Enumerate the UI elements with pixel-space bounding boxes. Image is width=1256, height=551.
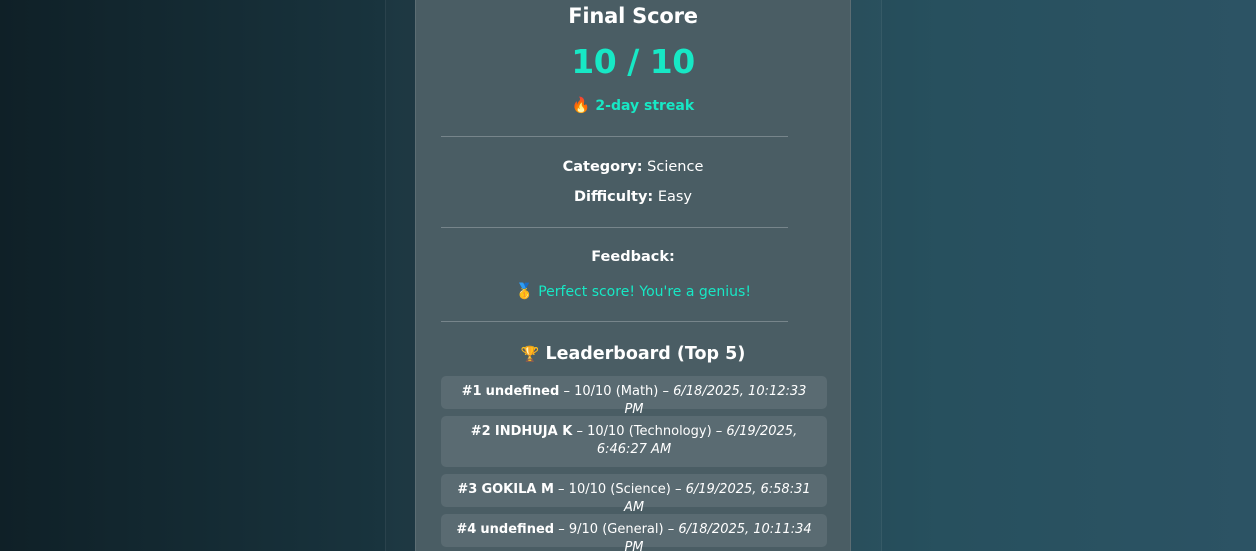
entry-name: GOKILA M bbox=[481, 482, 554, 497]
entry-rank: #3 bbox=[457, 482, 478, 497]
streak-text: 2-day streak bbox=[595, 98, 695, 114]
entry-score: 10/10 bbox=[568, 482, 607, 497]
feedback-message: 🥇 Perfect score! You're a genius! bbox=[416, 282, 850, 300]
divider bbox=[441, 227, 788, 228]
leaderboard-entry: #4 undefined – 9/10 (General) – 6/18/202… bbox=[441, 514, 827, 551]
streak-badge: 🔥 2-day streak bbox=[416, 96, 850, 114]
leaderboard-title: 🏆 Leaderboard (Top 5) bbox=[416, 344, 850, 364]
entry-rank: #2 bbox=[470, 424, 491, 439]
difficulty-value: Easy bbox=[657, 189, 693, 205]
entry-name: undefined bbox=[485, 384, 560, 399]
divider bbox=[441, 136, 788, 137]
medal-icon: 🥇 bbox=[515, 282, 534, 300]
fire-icon: 🔥 bbox=[571, 96, 591, 114]
entry-category: (Science) bbox=[610, 482, 671, 497]
result-card: Final Score 10 / 10 🔥 2-day streak Categ… bbox=[415, 0, 851, 551]
leaderboard-entry: #2 INDHUJA K – 10/10 (Technology) – 6/19… bbox=[441, 416, 827, 467]
trophy-icon: 🏆 bbox=[520, 345, 540, 363]
difficulty-row: Difficulty: Easy bbox=[416, 189, 850, 205]
entry-name: undefined bbox=[480, 522, 555, 537]
entry-score: 10/10 bbox=[587, 424, 625, 439]
entry-rank: #1 bbox=[461, 384, 482, 399]
divider bbox=[441, 321, 788, 322]
leaderboard-entry: #1 undefined – 10/10 (Math) – 6/18/2025,… bbox=[441, 376, 827, 417]
entry-category: (General) bbox=[602, 522, 664, 537]
entry-name: INDHUJA K bbox=[494, 424, 573, 439]
category-row: Category: Science bbox=[416, 159, 850, 175]
category-value: Science bbox=[647, 159, 704, 175]
entry-category: (Technology) bbox=[628, 424, 712, 439]
feedback-label: Feedback: bbox=[591, 249, 675, 265]
entry-category: (Math) bbox=[615, 384, 659, 399]
leaderboard-title-text: Leaderboard (Top 5) bbox=[545, 344, 746, 364]
entry-rank: #4 bbox=[456, 522, 477, 537]
entry-score: 10/10 bbox=[574, 384, 612, 399]
category-label: Category: bbox=[562, 159, 643, 175]
final-score-title: Final Score bbox=[568, 4, 698, 28]
leaderboard-entry: #3 GOKILA M – 10/10 (Science) – 6/19/202… bbox=[441, 474, 827, 515]
feedback-text: Perfect score! You're a genius! bbox=[538, 284, 751, 300]
entry-score: 9/10 bbox=[568, 522, 599, 537]
difficulty-label: Difficulty: bbox=[573, 189, 654, 205]
score-value: 10 / 10 bbox=[571, 42, 695, 81]
